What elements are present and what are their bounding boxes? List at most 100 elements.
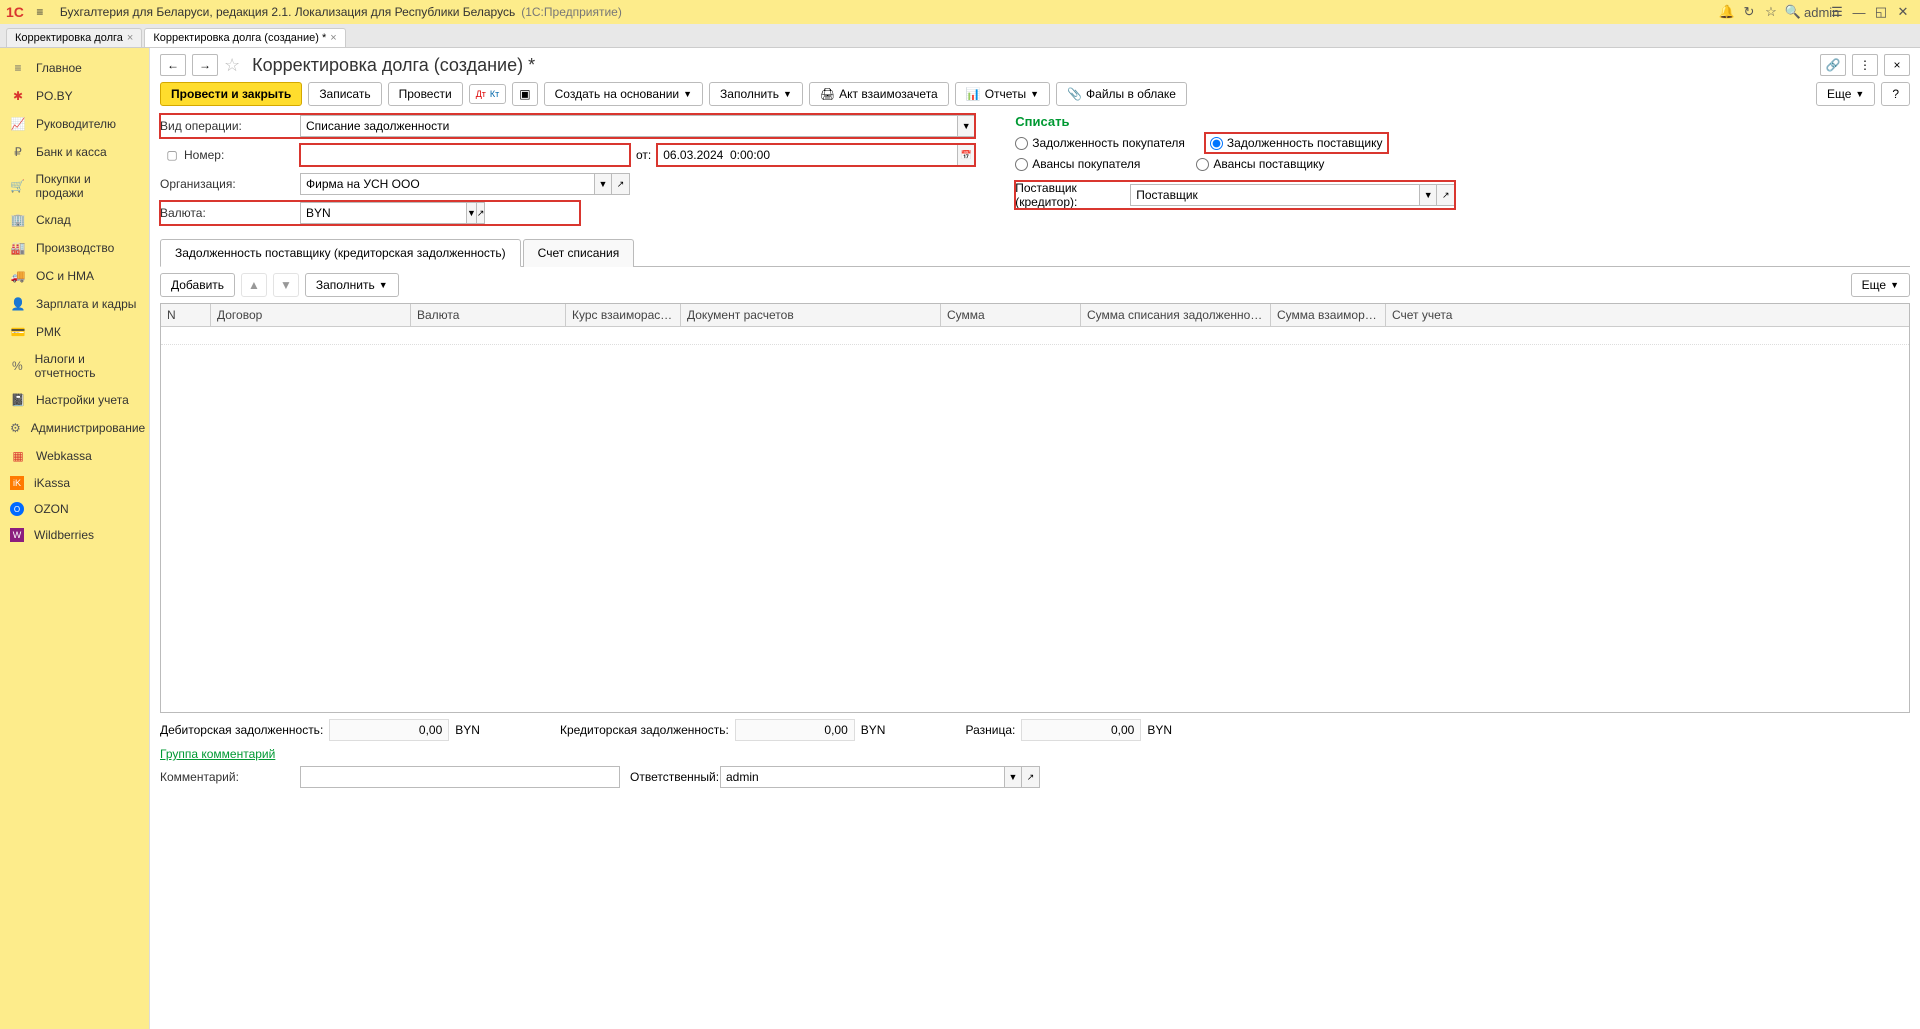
sidebar-item-hr[interactable]: 👤Зарплата и кадры: [0, 290, 149, 318]
save-button[interactable]: Записать: [308, 82, 381, 106]
search-icon[interactable]: 🔍: [1782, 4, 1804, 20]
reports-button[interactable]: 📊 Отчеты ▼: [955, 82, 1050, 106]
move-down-button[interactable]: ▼: [273, 273, 299, 297]
sidebar-item-ozon[interactable]: OOZON: [0, 496, 149, 522]
maximize-icon[interactable]: ◱: [1870, 4, 1892, 20]
add-button[interactable]: Добавить: [160, 273, 235, 297]
create-based-button[interactable]: Создать на основании ▼: [544, 82, 703, 106]
post-close-button[interactable]: Провести и закрыть: [160, 82, 302, 106]
favorite-icon[interactable]: ☆: [224, 55, 240, 76]
window-tab[interactable]: Корректировка долга (создание) * ×: [144, 28, 345, 47]
table-row[interactable]: [161, 327, 1909, 345]
dropdown-icon[interactable]: ▼: [1004, 766, 1022, 788]
col-header[interactable]: N: [161, 304, 211, 326]
link-icon[interactable]: 🔗: [1820, 54, 1846, 76]
sidebar-item-settings[interactable]: 📓Настройки учета: [0, 386, 149, 414]
main-menu-icon[interactable]: ≡: [30, 5, 50, 19]
sidebar-item-poby[interactable]: ✱PO.BY: [0, 82, 149, 110]
col-header[interactable]: Курс взаиморасчетов: [566, 304, 681, 326]
nav-back-button[interactable]: ←: [160, 54, 186, 76]
kebab-icon[interactable]: ⋮: [1852, 54, 1878, 76]
dropdown-icon[interactable]: ▼: [1419, 184, 1437, 206]
sidebar-item-label: Webkassa: [36, 449, 92, 463]
sidebar-item-warehouse[interactable]: 🏢Склад: [0, 206, 149, 234]
help-button[interactable]: ?: [1881, 82, 1910, 106]
user-label[interactable]: admin: [1804, 5, 1826, 20]
date-input[interactable]: [657, 144, 957, 166]
col-header[interactable]: Документ расчетов: [681, 304, 941, 326]
form-close-icon[interactable]: ×: [1884, 54, 1910, 76]
data-grid[interactable]: N Договор Валюта Курс взаиморасчетов Док…: [160, 303, 1910, 713]
wildberries-icon: W: [10, 528, 24, 542]
org-row: Организация: ▼ ↗: [160, 172, 975, 196]
sidebar-item-admin[interactable]: ⚙Администрирование: [0, 414, 149, 442]
grid-more-button[interactable]: Еще ▼: [1851, 273, 1910, 297]
open-icon[interactable]: ↗: [1022, 766, 1040, 788]
more-button[interactable]: Еще ▼: [1816, 82, 1875, 106]
supplier-input[interactable]: [1130, 184, 1419, 206]
sidebar-item-tax[interactable]: %Налоги и отчетность: [0, 346, 149, 386]
open-icon[interactable]: ↗: [1437, 184, 1455, 206]
open-icon[interactable]: ↗: [612, 173, 630, 195]
open-icon[interactable]: ↗: [477, 202, 486, 224]
sidebar-item-manager[interactable]: 📈Руководителю: [0, 110, 149, 138]
dropdown-icon[interactable]: ▼: [957, 115, 975, 137]
rmk-icon: 💳: [10, 324, 26, 340]
col-header[interactable]: Сумма списания задолженности (НУ): [1081, 304, 1271, 326]
number-input[interactable]: [300, 144, 630, 166]
dropdown-icon[interactable]: ▼: [594, 173, 612, 195]
grid-fill-button[interactable]: Заполнить ▼: [305, 273, 399, 297]
sidebar-item-webkassa[interactable]: ▦Webkassa: [0, 442, 149, 470]
dropdown-icon[interactable]: ▼: [466, 202, 477, 224]
close-icon[interactable]: ✕: [1892, 4, 1914, 20]
sidebar-item-wildberries[interactable]: WWildberries: [0, 522, 149, 548]
comment-group-link[interactable]: Группа комментарий: [160, 747, 275, 761]
nav-forward-button[interactable]: →: [192, 54, 218, 76]
post-button[interactable]: Провести: [388, 82, 463, 106]
sidebar-item-label: Руководителю: [36, 117, 116, 131]
calendar-picker-icon[interactable]: 📅: [957, 144, 975, 166]
comment-input[interactable]: [300, 766, 620, 788]
sidebar-item-main[interactable]: ≡Главное: [0, 54, 149, 82]
responsible-input[interactable]: [720, 766, 1004, 788]
history-icon[interactable]: ↻: [1738, 4, 1760, 20]
tab-debt[interactable]: Задолженность поставщику (кредиторская з…: [160, 239, 521, 267]
org-input[interactable]: [300, 173, 594, 195]
bell-icon[interactable]: 🔔: [1716, 4, 1738, 20]
minimize-icon[interactable]: —: [1848, 5, 1870, 20]
netting-act-button[interactable]: 🖨 Акт взаимозачета: [809, 82, 949, 106]
currency-input[interactable]: [300, 202, 466, 224]
structure-button[interactable]: ▣: [512, 82, 537, 106]
tab-account[interactable]: Счет списания: [523, 239, 635, 267]
radio-advance-buyer[interactable]: Авансы покупателя: [1015, 157, 1140, 171]
sidebar-item-production[interactable]: 🏭Производство: [0, 234, 149, 262]
star-icon[interactable]: ☆: [1760, 4, 1782, 20]
operation-type-input[interactable]: [300, 115, 957, 137]
window-tabs: Корректировка долга × Корректировка долг…: [0, 24, 1920, 48]
dtkt-button[interactable]: ДтКт: [469, 84, 507, 104]
window-tab[interactable]: Корректировка долга ×: [6, 28, 142, 47]
radio-advance-supplier[interactable]: Авансы поставщику: [1196, 157, 1324, 171]
fill-button[interactable]: Заполнить ▼: [709, 82, 803, 106]
sidebar-item-label: Настройки учета: [36, 393, 129, 407]
sidebar-item-label: Производство: [36, 241, 114, 255]
col-header[interactable]: Сумма взаиморас...: [1271, 304, 1386, 326]
radio-debt-buyer[interactable]: Задолженность покупателя: [1015, 133, 1185, 153]
sidebar-item-ikassa[interactable]: iKiKassa: [0, 470, 149, 496]
cloud-files-button[interactable]: 📎 Файлы в облаке: [1056, 82, 1187, 106]
tab-label: Корректировка долга: [15, 32, 123, 44]
tab-close-icon[interactable]: ×: [330, 32, 336, 44]
sidebar-item-assets[interactable]: 🚚ОС и НМА: [0, 262, 149, 290]
col-header[interactable]: Валюта: [411, 304, 566, 326]
sidebar-item-sales[interactable]: 🛒Покупки и продажи: [0, 166, 149, 206]
sidebar-item-label: Администрирование: [31, 421, 145, 435]
col-header[interactable]: Сумма: [941, 304, 1081, 326]
col-header[interactable]: Счет учета: [1386, 304, 1909, 326]
sidebar-item-bank[interactable]: ₽Банк и касса: [0, 138, 149, 166]
tab-close-icon[interactable]: ×: [127, 32, 133, 44]
move-up-button[interactable]: ▲: [241, 273, 267, 297]
settings-icon[interactable]: ☰: [1826, 4, 1848, 20]
sidebar-item-rmk[interactable]: 💳РМК: [0, 318, 149, 346]
col-header[interactable]: Договор: [211, 304, 411, 326]
radio-debt-supplier[interactable]: Задолженность поставщику: [1205, 133, 1388, 153]
